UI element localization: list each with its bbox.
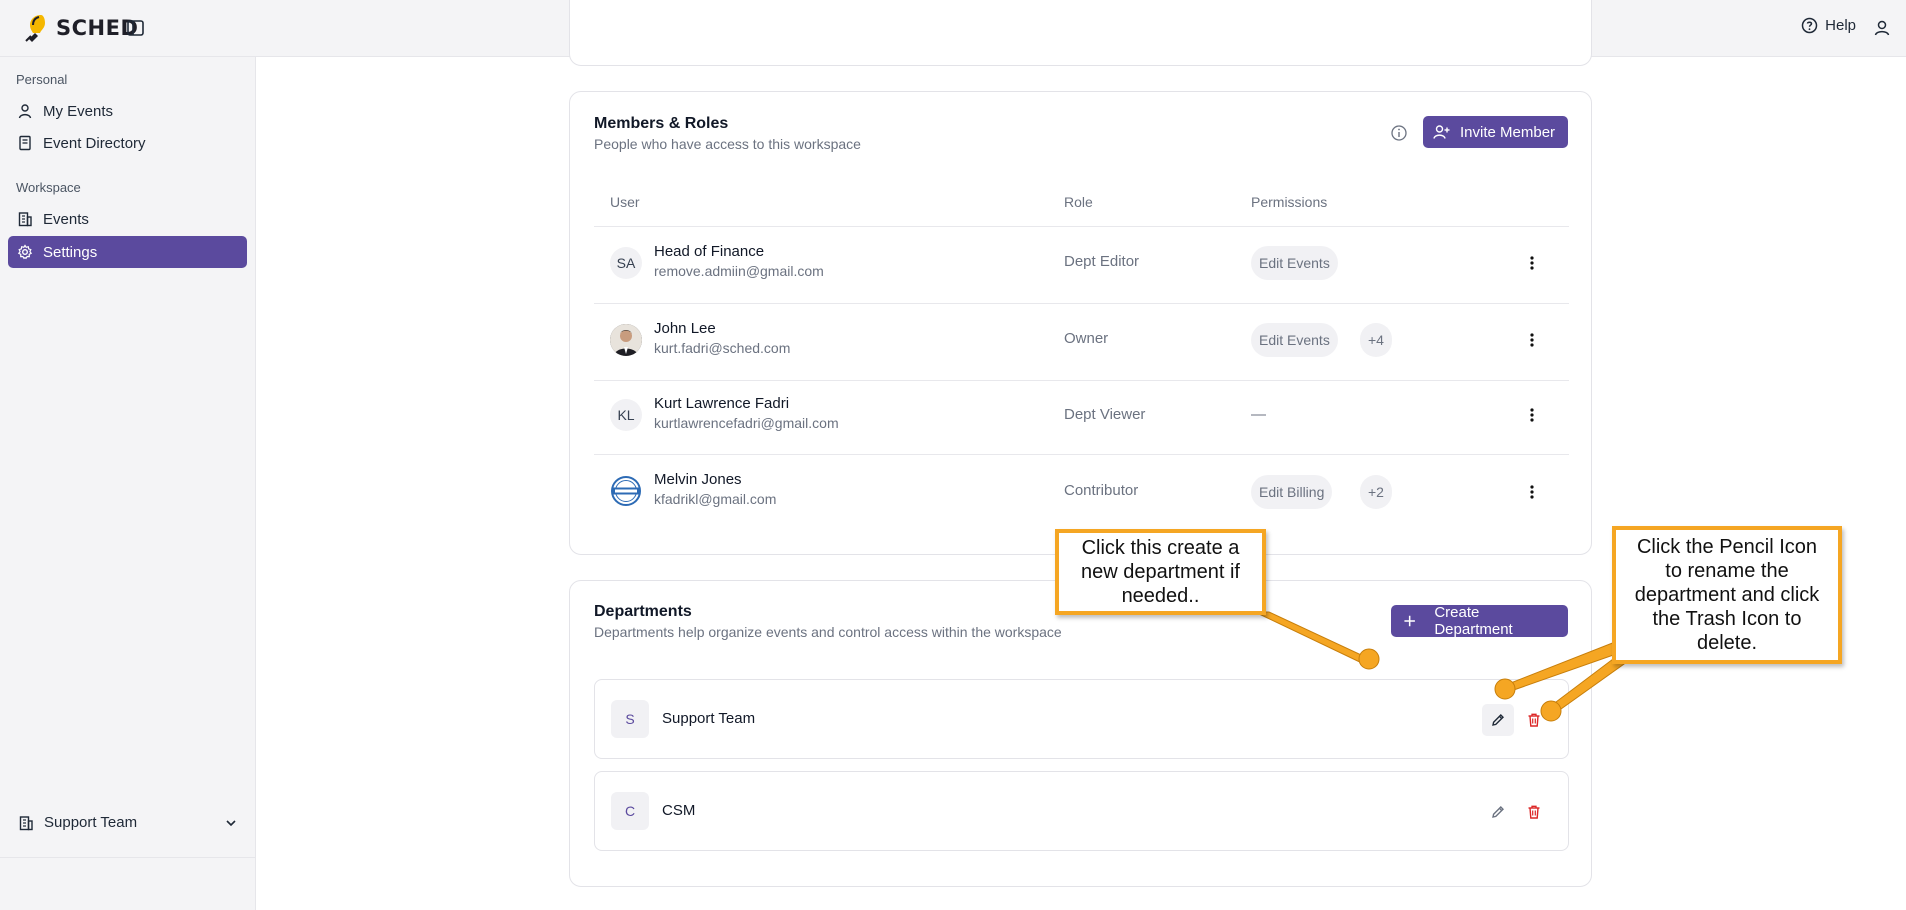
edit-department-button[interactable]	[1482, 704, 1514, 736]
sidebar: Personal My Events Event Directory Works…	[0, 57, 256, 910]
member-name: Head of Finance	[654, 243, 765, 260]
member-name: John Lee	[654, 320, 716, 337]
sidebar-item-event-directory[interactable]: Event Directory	[8, 127, 247, 159]
member-email: kfadrikl@gmail.com	[654, 491, 777, 507]
trash-icon	[1528, 805, 1540, 819]
workspace-switcher[interactable]: Support Team	[18, 814, 238, 831]
member-role: Dept Viewer	[1064, 406, 1146, 423]
table-row[interactable]: John Lee kurt.fadri@sched.com Owner Edit…	[594, 304, 1569, 379]
row-actions-menu-icon[interactable]	[1522, 482, 1542, 502]
permission-chip: Edit Events	[1251, 323, 1338, 357]
trash-icon	[1528, 713, 1540, 727]
plus-icon	[1404, 615, 1415, 627]
permission-chip: Edit Billing	[1251, 475, 1333, 509]
sched-logo[interactable]: SCHED	[22, 10, 138, 46]
row-actions-menu-icon[interactable]	[1522, 330, 1542, 350]
delete-department-button[interactable]	[1518, 704, 1550, 736]
department-row[interactable]: S Support Team	[594, 679, 1569, 759]
column-header-permissions[interactable]: Permissions	[1251, 194, 1327, 210]
person-icon	[18, 104, 32, 119]
sidebar-item-label: Settings	[43, 243, 98, 261]
no-permissions-dash: —	[1251, 406, 1266, 423]
sidebar-toggle-icon[interactable]	[125, 18, 147, 38]
member-name: Melvin Jones	[654, 471, 742, 488]
department-name: Support Team	[662, 710, 756, 727]
table-row[interactable]: Melvin Jones kfadrikl@gmail.com Contribu…	[594, 455, 1569, 530]
departments-subtitle: Departments help organize events and con…	[594, 624, 1062, 640]
member-email: kurt.fadri@sched.com	[654, 340, 791, 356]
sample-stamp-icon	[611, 476, 641, 506]
department-badge: S	[611, 700, 649, 738]
help-label: Help	[1825, 17, 1856, 34]
create-department-callout: Click this create a new department if ne…	[1055, 529, 1266, 615]
sidebar-item-settings[interactable]: Settings	[8, 236, 247, 268]
members-roles-card: Members & Roles People who have access t…	[569, 91, 1592, 555]
sidebar-item-label: Events	[43, 210, 89, 228]
user-plus-icon	[1433, 125, 1450, 139]
column-header-role[interactable]: Role	[1064, 194, 1093, 210]
create-department-button[interactable]: Create Department	[1391, 604, 1568, 638]
department-row[interactable]: C CSM	[594, 771, 1569, 851]
avatar: KL	[610, 399, 642, 431]
person-photo-icon	[610, 324, 642, 356]
edit-department-button[interactable]	[1482, 796, 1514, 828]
gear-icon	[17, 244, 33, 260]
sidebar-item-label: My Events	[43, 102, 114, 120]
edit-delete-callout: Click the Pencil Icon to rename the depa…	[1612, 526, 1842, 664]
sidebar-item-my-events[interactable]: My Events	[8, 95, 247, 127]
workspace-switcher-label: Support Team	[44, 814, 138, 831]
chevron-down-icon	[226, 819, 236, 826]
member-role: Dept Editor	[1064, 253, 1140, 270]
pencil-icon	[1492, 714, 1504, 726]
help-button[interactable]: Help	[1801, 17, 1856, 34]
member-name: Kurt Lawrence Fadri	[654, 395, 790, 412]
sidebar-item-label: Event Directory	[43, 134, 146, 152]
member-email: remove.admiin@gmail.com	[654, 263, 824, 279]
lightbulb-logo-icon	[25, 15, 45, 42]
row-actions-menu-icon[interactable]	[1522, 405, 1542, 425]
invite-member-label: Invite Member	[1460, 123, 1556, 141]
previous-settings-card	[569, 0, 1592, 66]
building-icon	[19, 815, 33, 830]
info-icon[interactable]	[1390, 124, 1408, 142]
user-account-icon[interactable]	[1872, 18, 1892, 38]
sidebar-item-events[interactable]: Events	[8, 203, 247, 235]
help-circle-icon	[1801, 17, 1818, 34]
building-icon	[18, 212, 32, 227]
department-badge: C	[611, 792, 649, 830]
members-title: Members & Roles	[594, 115, 729, 132]
departments-card: Departments Departments help organize ev…	[569, 580, 1592, 887]
sidebar-divider	[0, 857, 256, 858]
department-name: CSM	[662, 802, 696, 819]
create-department-label: Create Department	[1434, 604, 1513, 638]
permission-more-chip[interactable]: +2	[1360, 475, 1392, 509]
delete-department-button[interactable]	[1518, 796, 1550, 828]
column-header-user[interactable]: User	[610, 194, 640, 210]
avatar-sample-stamp	[610, 475, 642, 507]
sidebar-heading-personal: Personal	[16, 72, 68, 87]
members-subtitle: People who have access to this workspace	[594, 136, 861, 152]
avatar-photo	[610, 324, 642, 356]
member-role: Contributor	[1064, 482, 1139, 499]
member-email: kurtlawrencefadri@gmail.com	[654, 415, 839, 431]
sidebar-heading-workspace: Workspace	[16, 180, 81, 195]
permission-chip: Edit Events	[1251, 246, 1338, 280]
row-actions-menu-icon[interactable]	[1522, 253, 1542, 273]
member-role: Owner	[1064, 330, 1109, 347]
permission-more-chip[interactable]: +4	[1360, 323, 1392, 357]
departments-title: Departments	[594, 603, 692, 620]
avatar: SA	[610, 247, 642, 279]
invite-member-button[interactable]: Invite Member	[1423, 116, 1568, 148]
pencil-icon	[1492, 806, 1504, 818]
table-row[interactable]: KL Kurt Lawrence Fadri kurtlawrencefadri…	[594, 381, 1569, 456]
book-icon	[19, 135, 31, 151]
table-row[interactable]: SA Head of Finance remove.admiin@gmail.c…	[594, 227, 1569, 302]
